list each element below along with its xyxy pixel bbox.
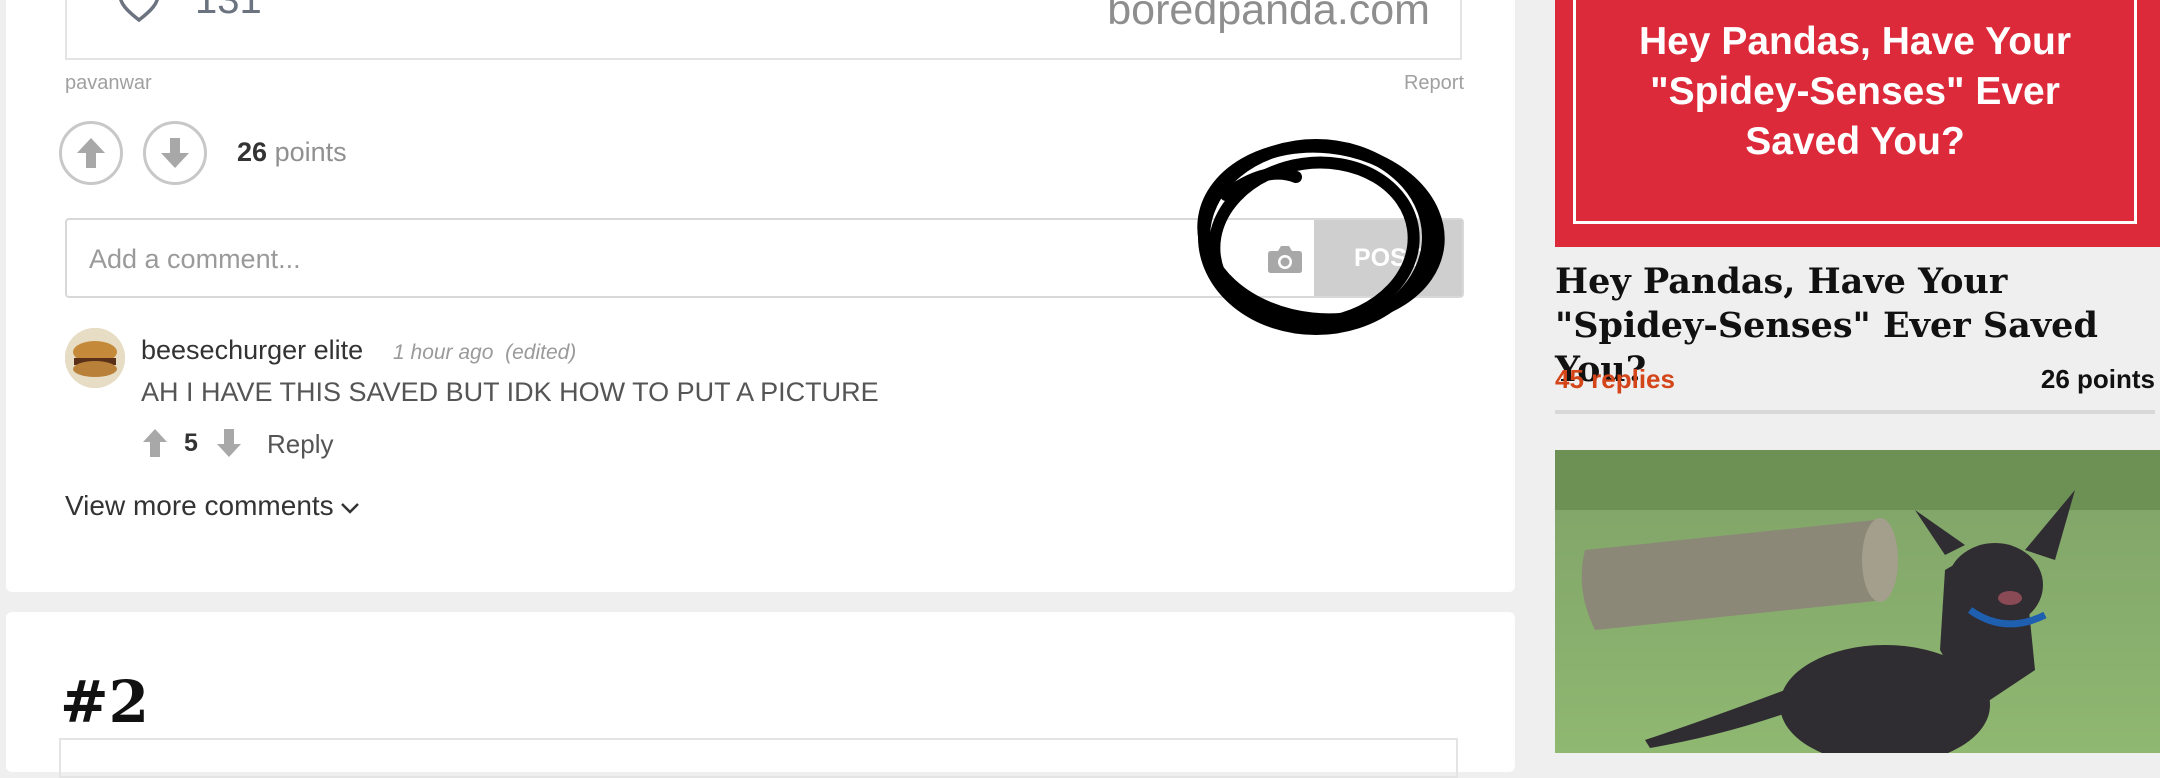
view-more-comments[interactable]: View more comments bbox=[65, 490, 360, 522]
reply-button[interactable]: Reply bbox=[267, 429, 333, 460]
comment-timestamp: 1 hour ago (edited) bbox=[393, 341, 577, 364]
upvote-button[interactable] bbox=[59, 121, 123, 185]
arrow-down-icon bbox=[161, 138, 189, 168]
comment-text: AH I HAVE THIS SAVED BUT IDK HOW TO PUT … bbox=[141, 377, 879, 407]
post-author[interactable]: pavanwar bbox=[65, 72, 152, 95]
comment-input[interactable] bbox=[87, 220, 1091, 298]
comment-downvote-icon[interactable] bbox=[216, 428, 242, 463]
promo-frame: Hey Pandas, Have Your "Spidey-Senses" Ev… bbox=[1573, 0, 2137, 224]
report-link[interactable]: Report bbox=[1366, 72, 1464, 95]
sidebar-replies[interactable]: 45 replies bbox=[1555, 364, 1675, 395]
comment-score: 5 bbox=[184, 429, 198, 457]
scribble-annotation bbox=[1197, 139, 1445, 335]
chevron-down-icon bbox=[340, 502, 359, 514]
points-display: 26 points bbox=[237, 137, 347, 167]
like-count: 131 bbox=[195, 0, 262, 22]
comment-upvote-icon[interactable] bbox=[142, 428, 168, 463]
comment-username[interactable]: beesechurger elite bbox=[141, 335, 363, 366]
heart-icon[interactable] bbox=[116, 0, 162, 29]
promo-text: Hey Pandas, Have Your "Spidey-Senses" Ev… bbox=[1638, 20, 2072, 163]
sidebar-promo-banner[interactable]: Hey Pandas, Have Your "Spidey-Senses" Ev… bbox=[1555, 0, 2160, 247]
next-item-box bbox=[59, 738, 1458, 778]
post-card: 131 boredpanda.com pavanwar Report 26 po… bbox=[6, 0, 1515, 592]
arrow-up-icon bbox=[77, 138, 105, 168]
item-number: #2 bbox=[60, 668, 149, 736]
sidebar-post-image[interactable] bbox=[1555, 450, 2160, 753]
sidebar-points: 26 points bbox=[2040, 364, 2155, 394]
downvote-button[interactable] bbox=[143, 121, 207, 185]
divider bbox=[1555, 410, 2155, 414]
watermark: boredpanda.com bbox=[1107, 0, 1430, 34]
post-image-footer: 131 boredpanda.com bbox=[65, 0, 1462, 60]
avatar[interactable] bbox=[65, 328, 125, 388]
